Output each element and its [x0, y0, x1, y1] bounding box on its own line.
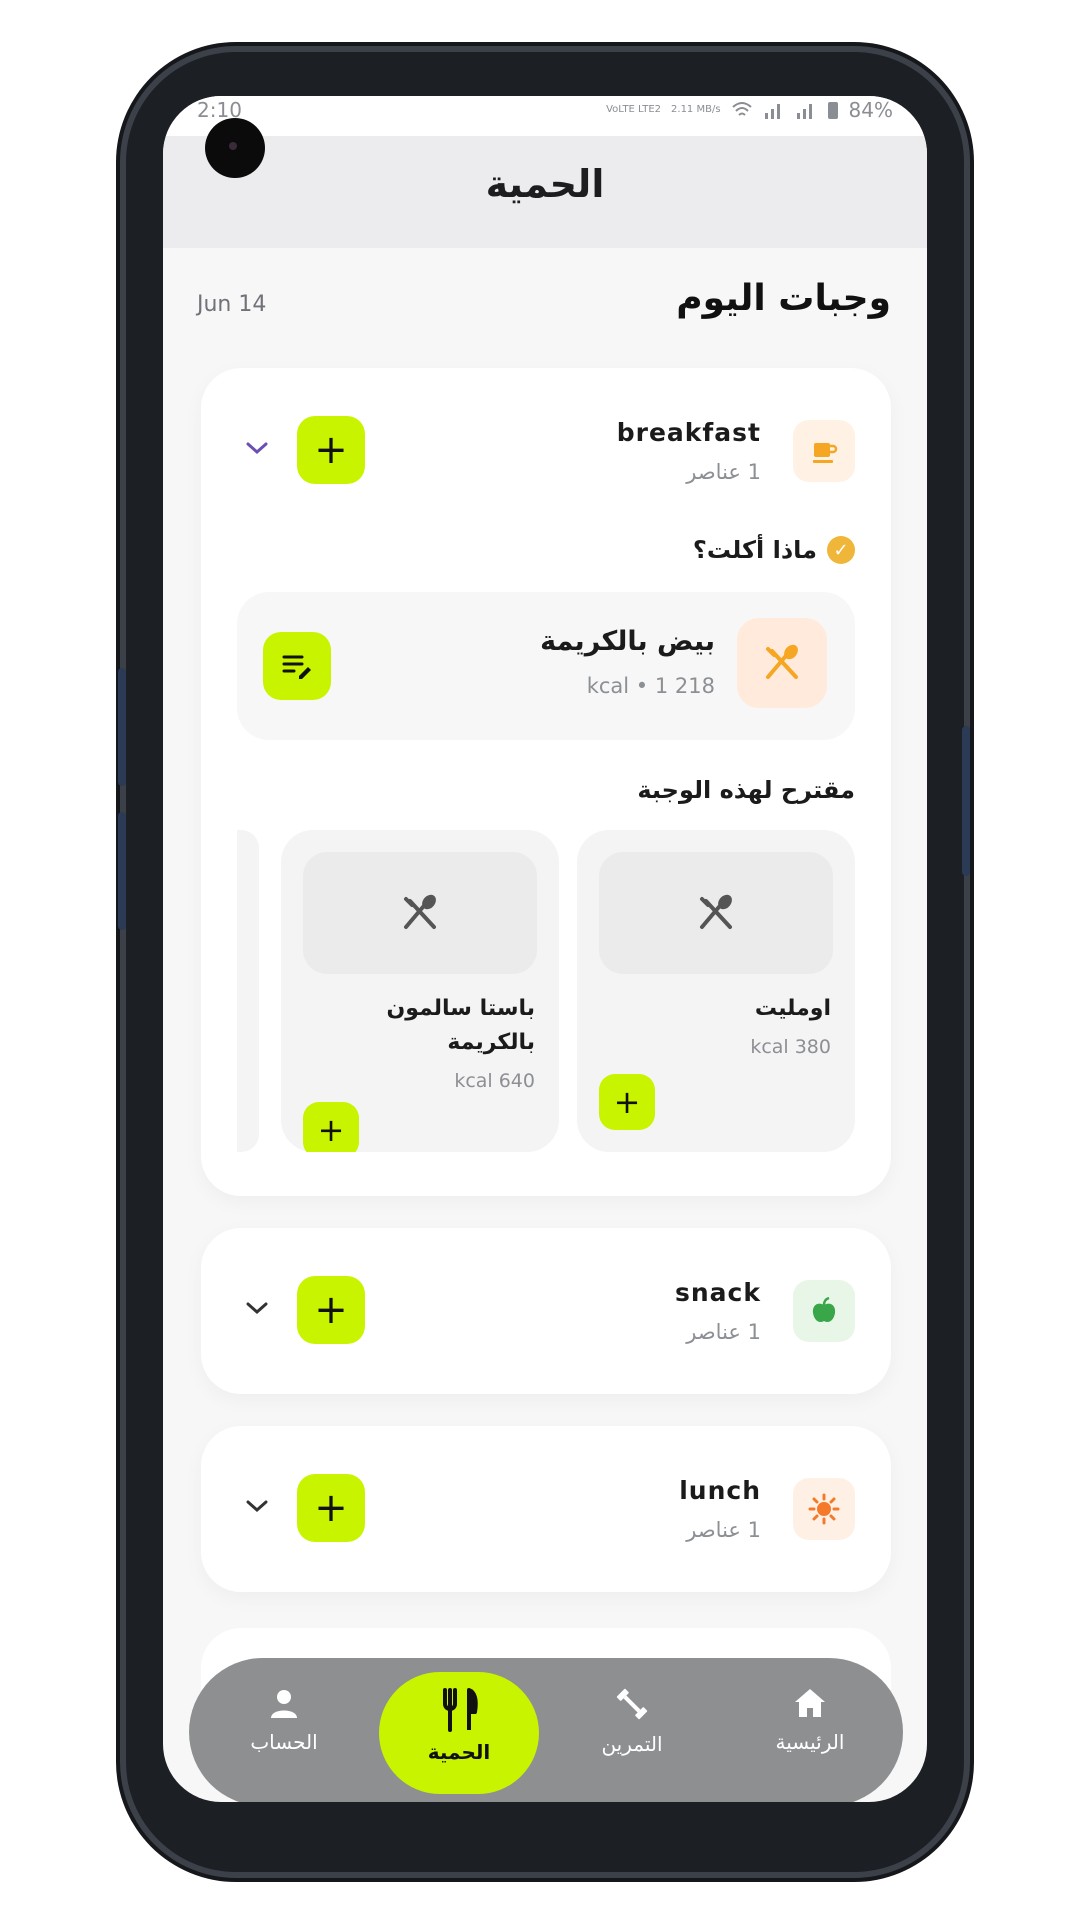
status-icons: VoLTE LTE2 2.11 MB/s 84% [606, 98, 893, 122]
home-icon [795, 1689, 825, 1717]
edit-icon [282, 655, 311, 679]
app-header: الحمية [163, 136, 927, 248]
food-kcal: kcal • 1 218 [586, 674, 715, 698]
suggestions-strip[interactable]: باستا سالمون بالكريمة kcal 640 + اومليت … [237, 830, 855, 1152]
add-food-button[interactable]: + [297, 1276, 365, 1344]
what-did-you-eat-label: ماذا أكلت؟ [692, 536, 817, 564]
battery-icon [827, 102, 838, 119]
signal-icon [764, 104, 780, 119]
person-icon [271, 1690, 297, 1718]
meal-header[interactable]: snack 1 عناصر + [201, 1228, 891, 1368]
meal-card-snack: snack 1 عناصر + [201, 1228, 891, 1394]
check-icon: ✓ [827, 536, 855, 564]
suggestions-title: مقترح لهذه الوجبة [637, 776, 855, 804]
suggestion-kcal: kcal 640 [454, 1070, 535, 1092]
coffee-icon [793, 420, 855, 482]
chevron-down-icon[interactable] [243, 1294, 271, 1322]
add-food-button[interactable]: + [297, 416, 365, 484]
food-name: بيض بالكريمة [540, 626, 715, 657]
nav-label: الحساب [250, 1730, 318, 1754]
chevron-down-icon[interactable] [243, 434, 271, 462]
nav-label: التمرين [601, 1732, 663, 1756]
edit-food-button[interactable] [263, 632, 331, 700]
nav-item-workout[interactable]: التمرين [557, 1686, 707, 1756]
nav-item-diet[interactable]: الحمية [379, 1672, 539, 1794]
sun-icon [793, 1478, 855, 1540]
section-title: وجبات اليوم [676, 278, 891, 319]
screen: 2:10 VoLTE LTE2 2.11 MB/s 84% الحمية وجب… [163, 96, 927, 1802]
fork-knife-icon [443, 1688, 478, 1732]
nav-label: الرئيسية [775, 1730, 845, 1754]
nav-item-account[interactable]: الحساب [209, 1686, 359, 1754]
suggestion-name: اومليت [754, 996, 831, 1021]
meal-count: 1 عناصر [686, 460, 761, 484]
suggestion-kcal: kcal 380 [750, 1036, 831, 1058]
add-suggestion-button[interactable]: + [599, 1074, 655, 1130]
signal-icon-2 [796, 104, 812, 119]
nav-item-home[interactable]: الرئيسية [735, 1686, 885, 1754]
add-suggestion-button[interactable]: + [303, 1102, 359, 1152]
add-food-button[interactable]: + [297, 1474, 365, 1542]
bottom-nav: الحساب الحمية التمرين الرئيسية [189, 1658, 903, 1802]
wifi-icon [731, 102, 752, 116]
suggestion-name: باستا سالمون بالكريمة [386, 996, 535, 1055]
fork-spoon-icon [303, 852, 537, 974]
power-button [962, 726, 970, 876]
meal-count: 1 عناصر [686, 1518, 761, 1542]
page-title: الحمية [485, 162, 605, 206]
volume-down-button [118, 812, 126, 930]
what-did-you-eat: ✓ ماذا أكلت؟ [693, 536, 855, 564]
meal-card-lunch: lunch 1 عناصر + [201, 1426, 891, 1592]
meal-header[interactable]: lunch 1 عناصر + [201, 1426, 891, 1566]
suggestion-card[interactable]: باستا سالمون بالكريمة kcal 640 + [281, 830, 559, 1152]
suggestion-card[interactable]: اومليت kcal 380 + [577, 830, 855, 1152]
network-type: VoLTE LTE2 [606, 104, 662, 115]
battery-level: 84% [848, 98, 893, 122]
meal-name: breakfast [616, 418, 761, 447]
front-camera [205, 118, 265, 178]
volume-up-button [118, 668, 126, 786]
meal-name: lunch [679, 1476, 761, 1505]
apple-icon [793, 1280, 855, 1342]
meal-card-breakfast: breakfast 1 عناصر + ✓ ماذا أكلت؟ بيض بال… [201, 368, 891, 1196]
food-item[interactable]: بيض بالكريمة kcal • 1 218 [237, 592, 855, 740]
meal-name: snack [675, 1278, 761, 1307]
meal-header[interactable]: breakfast 1 عناصر + [201, 368, 891, 508]
chevron-down-icon[interactable] [243, 1492, 271, 1520]
fork-spoon-icon [599, 852, 833, 974]
meal-count: 1 عناصر [686, 1320, 761, 1344]
dumbbell-icon [616, 1688, 648, 1720]
fork-knife-icon [737, 618, 827, 708]
section-date: Jun 14 [197, 292, 267, 317]
network-speed: 2.11 MB/s [671, 104, 721, 115]
nav-label: الحمية [427, 1740, 491, 1764]
status-bar: 2:10 VoLTE LTE2 2.11 MB/s 84% [163, 96, 927, 136]
suggestion-card-partial [237, 830, 259, 1152]
